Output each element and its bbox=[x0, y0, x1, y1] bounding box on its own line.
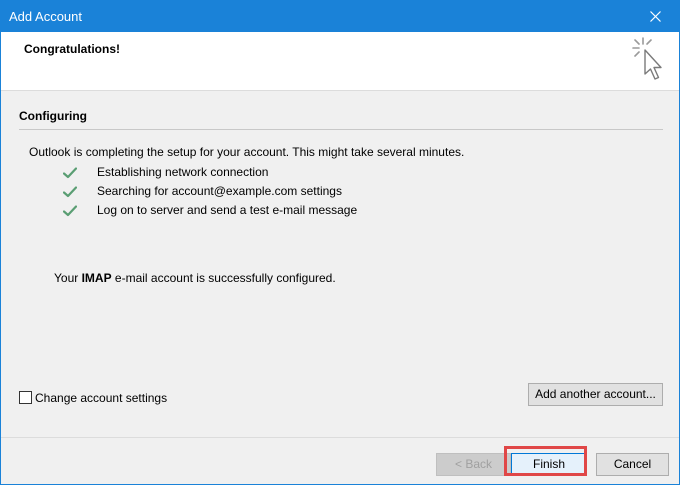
footer-divider bbox=[1, 437, 679, 438]
check-icon bbox=[63, 186, 77, 198]
close-button[interactable] bbox=[633, 1, 679, 32]
add-account-dialog: Add Account Congratulations! Configuring… bbox=[0, 0, 680, 485]
section-divider bbox=[19, 129, 663, 130]
step-label: Establishing network connection bbox=[97, 165, 269, 179]
account-type: IMAP bbox=[81, 271, 112, 285]
title-bar: Add Account bbox=[1, 1, 679, 32]
check-icon bbox=[63, 205, 77, 217]
check-icon bbox=[63, 167, 77, 179]
wizard-cursor-icon bbox=[632, 37, 662, 80]
finish-highlight bbox=[504, 446, 587, 476]
back-button[interactable]: < Back bbox=[436, 453, 511, 476]
header-banner: Congratulations! bbox=[1, 32, 679, 91]
section-title: Configuring bbox=[19, 109, 87, 123]
step-label: Searching for account@example.com settin… bbox=[97, 184, 342, 198]
banner-heading: Congratulations! bbox=[24, 42, 120, 56]
success-message: Your IMAP e-mail account is successfully… bbox=[54, 271, 336, 285]
window-title: Add Account bbox=[9, 9, 82, 24]
step-label: Log on to server and send a test e-mail … bbox=[97, 203, 358, 217]
success-suffix: e-mail account is successfully configure… bbox=[111, 271, 336, 285]
close-icon bbox=[650, 11, 661, 22]
success-prefix: Your bbox=[54, 271, 82, 285]
add-another-account-button[interactable]: Add another account... bbox=[528, 383, 663, 406]
change-account-settings-checkbox[interactable] bbox=[19, 391, 32, 404]
change-account-settings-label[interactable]: Change account settings bbox=[35, 391, 167, 405]
cancel-button[interactable]: Cancel bbox=[596, 453, 669, 476]
intro-text: Outlook is completing the setup for your… bbox=[29, 145, 465, 159]
